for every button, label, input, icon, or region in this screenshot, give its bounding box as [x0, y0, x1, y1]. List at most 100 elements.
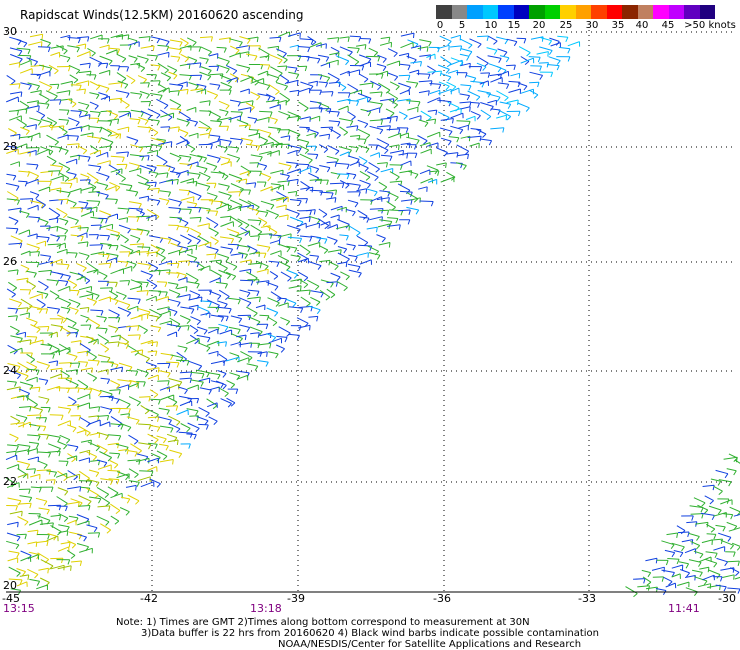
wind-barb-flag	[468, 44, 473, 49]
wind-barb-flag	[115, 282, 118, 288]
wind-barb	[278, 302, 289, 307]
wind-barb	[230, 111, 243, 113]
wind-barb	[27, 568, 39, 575]
wind-barb	[78, 480, 92, 482]
wind-barb	[96, 515, 110, 523]
wind-barb-flag	[48, 256, 52, 262]
wind-barb-flag	[225, 60, 230, 66]
wind-barb	[477, 35, 489, 38]
wind-barb-flag	[199, 75, 203, 81]
wind-barb	[26, 100, 39, 104]
wind-barb	[126, 189, 138, 193]
wind-barb-flag	[393, 52, 398, 58]
wind-barb-flag	[162, 161, 168, 166]
wind-barb	[49, 83, 59, 86]
wind-barb-flag	[395, 86, 400, 91]
wind-barb	[77, 533, 87, 538]
wind-barb	[259, 110, 273, 113]
wind-barb	[159, 197, 170, 202]
wind-barb-flag	[51, 125, 54, 131]
wind-barb	[710, 538, 723, 541]
wind-barb	[297, 271, 309, 279]
wind-barb-flag	[118, 389, 121, 395]
wind-barb	[129, 243, 144, 246]
wind-barb-flag	[34, 574, 39, 579]
wind-barb-flag	[235, 388, 239, 395]
wind-barb	[179, 74, 192, 77]
wind-barb	[399, 89, 410, 95]
wind-barb-flag	[184, 389, 188, 395]
wind-barb-flag	[358, 272, 362, 278]
wind-barb	[339, 234, 349, 237]
wind-barb-flag	[37, 251, 40, 257]
wind-barb	[38, 217, 49, 223]
wind-barb	[96, 459, 107, 464]
wind-barb	[300, 186, 313, 190]
wind-barb-flag	[154, 74, 157, 80]
wind-barb-flag	[15, 544, 20, 550]
wind-barb	[337, 252, 350, 260]
wind-barb	[65, 378, 79, 386]
wind-barb-flag	[316, 256, 320, 262]
wind-barb-flag	[294, 67, 298, 73]
wind-barb	[199, 387, 212, 391]
wind-barb-flag	[238, 191, 241, 197]
wind-barb	[10, 161, 20, 166]
wind-barb-flag	[172, 459, 174, 465]
wind-barb	[339, 118, 353, 122]
wind-barb-flag	[68, 542, 71, 548]
wind-barb	[389, 180, 402, 183]
wind-barb-flag	[121, 367, 123, 373]
wind-barb-flag	[274, 214, 279, 220]
wind-barb-flag	[117, 443, 120, 449]
wind-barb-flag	[363, 139, 367, 145]
wind-barb	[149, 424, 160, 428]
wind-barb-flag	[539, 75, 544, 80]
wind-barb-flag	[493, 40, 498, 45]
wind-barb	[366, 226, 378, 230]
wind-barb	[26, 353, 35, 361]
wind-barb	[358, 156, 368, 162]
wind-barb-flag	[376, 227, 378, 233]
wind-barb	[169, 449, 182, 455]
wind-barb	[508, 88, 521, 93]
wind-barb-flag	[236, 157, 241, 163]
wind-barb	[269, 36, 281, 39]
wind-barb	[137, 75, 147, 80]
wind-barb	[410, 197, 421, 201]
wind-barb-flag	[125, 262, 129, 268]
wind-barb	[330, 46, 340, 53]
wind-barb	[156, 281, 167, 283]
wind-barb-flag	[405, 127, 409, 133]
wind-barb	[326, 189, 337, 192]
wind-barb	[20, 126, 30, 132]
wind-barb-flag	[15, 445, 19, 451]
wind-barb-flag	[275, 353, 279, 359]
wind-barb	[46, 226, 58, 230]
wind-barb	[199, 57, 209, 60]
wind-barb-flag	[187, 325, 190, 331]
wind-barb-flag	[249, 140, 254, 146]
wind-barb	[633, 578, 646, 580]
wind-barb	[240, 76, 253, 82]
wind-barb-flag	[225, 68, 230, 74]
wind-barb	[387, 217, 398, 219]
wind-barb	[226, 261, 238, 268]
wind-barb-flag	[64, 220, 69, 226]
wind-barb-flag	[305, 198, 308, 204]
wind-barb-flag	[196, 283, 200, 289]
wind-barb	[138, 145, 152, 148]
wind-barb	[99, 44, 110, 49]
wind-barb-flag	[78, 85, 82, 91]
wind-barb-flag	[77, 38, 81, 44]
wind-barb	[36, 361, 50, 366]
wind-barb-flag	[64, 235, 67, 241]
wind-barb	[539, 46, 553, 51]
wind-barb-flag	[156, 200, 161, 206]
wind-barb-flag	[66, 303, 72, 308]
wind-barb	[8, 281, 17, 289]
wind-barb	[356, 44, 366, 47]
wind-barb	[238, 107, 252, 111]
wind-barb	[199, 132, 210, 136]
wind-barb-flag	[315, 168, 320, 174]
